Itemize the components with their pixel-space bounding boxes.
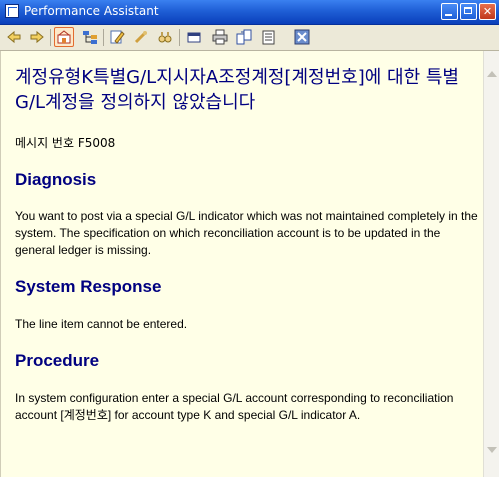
close-icon	[294, 29, 310, 45]
binoculars-icon	[158, 32, 172, 43]
tree-icon	[83, 31, 97, 44]
technical-info-button[interactable]	[54, 27, 74, 47]
back-button[interactable]	[4, 27, 24, 47]
arrow-right-icon	[30, 30, 44, 44]
arrow-left-icon	[7, 30, 21, 44]
vertical-scrollbar[interactable]	[483, 51, 499, 477]
link-button[interactable]	[131, 27, 151, 47]
bookmark-button[interactable]	[184, 27, 204, 47]
window-title: Performance Assistant	[24, 4, 159, 18]
notes-icon	[262, 30, 275, 45]
title-bar[interactable]: Performance Assistant ✕	[0, 0, 499, 25]
section-text-system-response: The line item cannot be entered.	[15, 317, 188, 331]
maximize-button[interactable]	[460, 3, 477, 20]
export-button[interactable]	[234, 27, 254, 47]
notes-button[interactable]	[258, 27, 278, 47]
scroll-down-arrow-icon[interactable]	[487, 447, 497, 453]
section-title-diagnosis: Diagnosis	[15, 170, 97, 189]
section-text-procedure: In system configuration enter a special …	[15, 391, 454, 422]
message-heading: 계정유형K특별G/L지시자A조정계정[계정번호]에 대한 특별G/L계정을 정의…	[15, 67, 459, 113]
forward-button[interactable]	[27, 27, 47, 47]
toolbar	[0, 25, 499, 51]
help-content: 계정유형K특별G/L지시자A조정계정[계정번호]에 대한 특별G/L계정을 정의…	[0, 51, 483, 477]
bookmark-icon	[187, 32, 201, 43]
document-structure-icon	[57, 30, 71, 44]
toolbar-separator	[103, 29, 104, 46]
section-title-procedure: Procedure	[15, 351, 100, 370]
close-button[interactable]	[292, 27, 312, 47]
close-window-button[interactable]: ✕	[479, 3, 496, 20]
section-title-system-response: System Response	[15, 277, 162, 296]
printer-icon	[212, 29, 228, 45]
message-number: 메시지 번호 F5008	[15, 136, 116, 150]
navigation-button[interactable]	[80, 27, 100, 47]
minimize-button[interactable]	[441, 3, 458, 20]
link-icon	[134, 30, 148, 44]
scroll-up-arrow-icon[interactable]	[487, 71, 497, 77]
toolbar-separator	[179, 29, 180, 46]
pencil-icon	[110, 30, 125, 44]
toolbar-separator	[50, 29, 51, 46]
search-button[interactable]	[155, 27, 175, 47]
print-button[interactable]	[210, 27, 230, 47]
section-text-diagnosis: You want to post via a special G/L indic…	[15, 209, 478, 257]
export-icon	[236, 29, 252, 45]
edit-button[interactable]	[107, 27, 127, 47]
app-icon	[5, 4, 19, 18]
